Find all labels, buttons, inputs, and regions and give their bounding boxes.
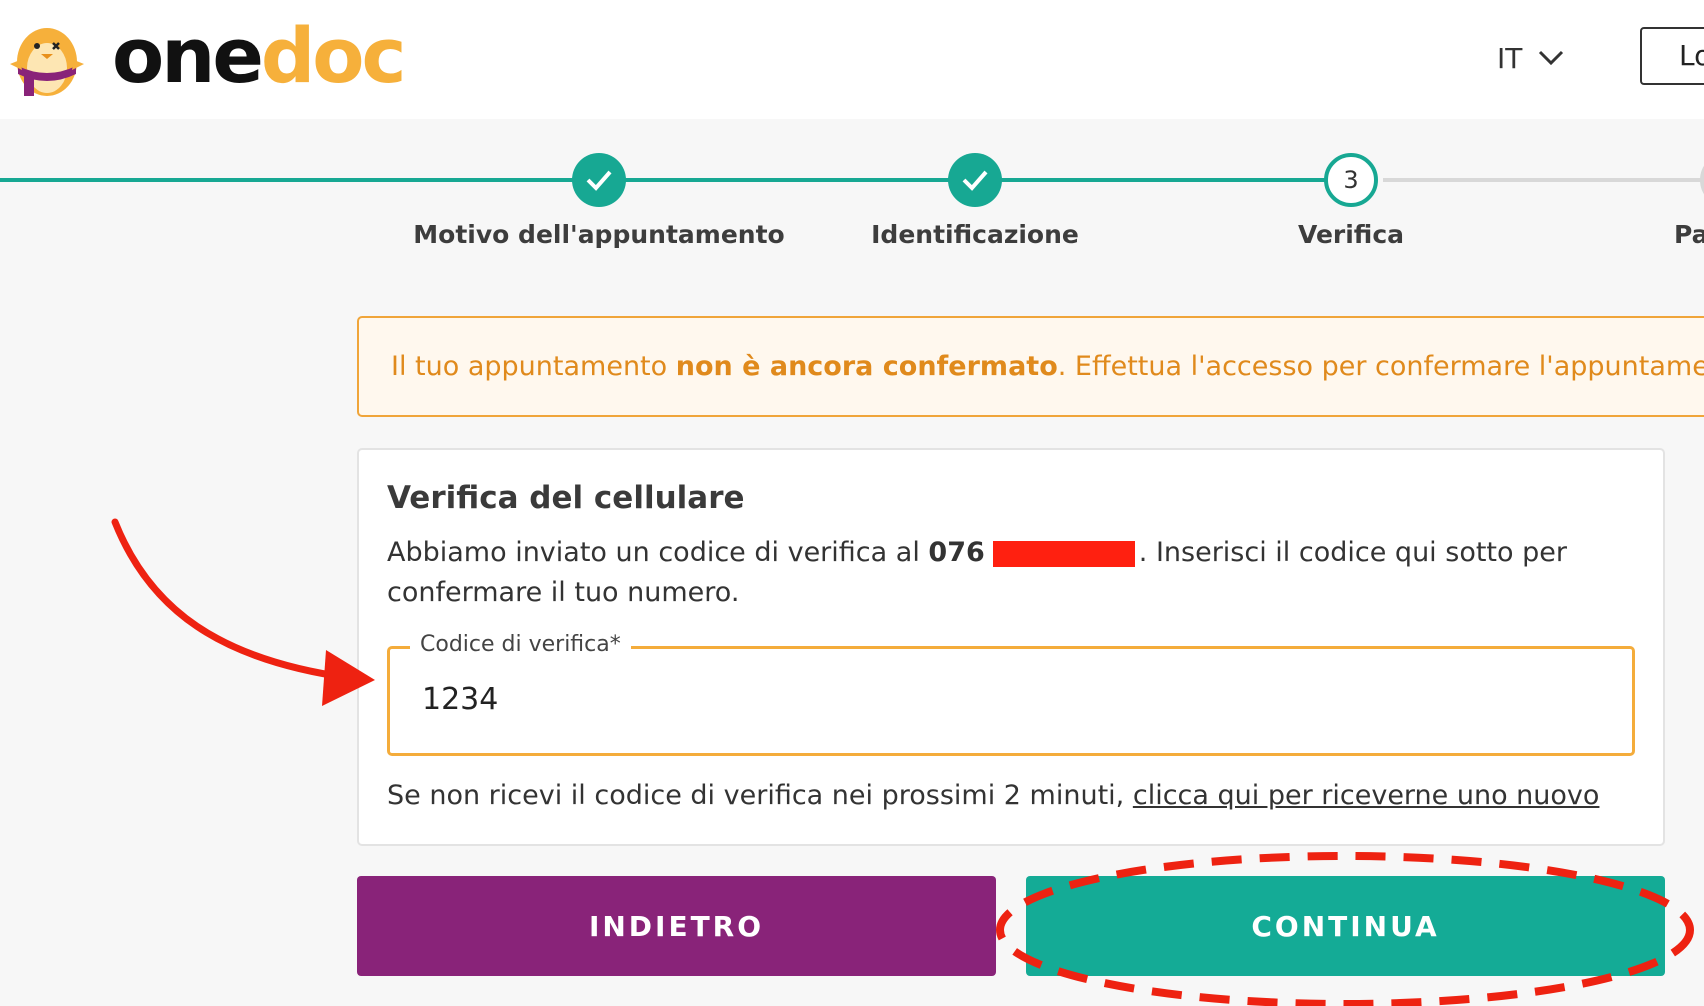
step-label-verifica: Verifica <box>1297 220 1405 249</box>
resend-code-link[interactable]: clicca qui per riceverne uno nuovo <box>1133 780 1600 811</box>
stepper-line-pending <box>1383 178 1704 182</box>
step-1-circle <box>572 153 626 207</box>
step-3-circle: 3 <box>1324 153 1378 207</box>
back-button[interactable]: INDIETRO <box>357 876 996 976</box>
phone-prefix: 076 <box>928 537 985 568</box>
checkmark-icon <box>586 170 612 191</box>
desc-prefix: Abbiamo inviato un codice di verifica al <box>387 537 929 568</box>
banner-prefix: Il tuo appuntamento <box>391 351 676 382</box>
stepper-line-completed <box>0 178 1329 182</box>
resend-hint: Se non ricevi il codice di verifica nei … <box>387 780 1599 811</box>
login-button[interactable]: Lo <box>1640 27 1704 85</box>
verification-code-label: Codice di verifica* <box>410 632 631 657</box>
progress-stepper: 3 Motivo dell'appuntamento Identificazio… <box>0 140 1704 260</box>
unconfirmed-warning-banner: Il tuo appuntamento non è ancora conferm… <box>357 316 1704 417</box>
onedoc-logo[interactable]: onedoc <box>112 6 407 106</box>
step-4-circle <box>1700 153 1704 207</box>
penguin-mascot-icon <box>10 28 84 96</box>
step-2-circle <box>948 153 1002 207</box>
verification-description: Abbiamo inviato un codice di verifica al… <box>387 533 1637 613</box>
logo-text-doc: doc <box>260 11 407 100</box>
annotation-arrow-icon <box>111 518 354 682</box>
phone-verification-card: Verifica del cellulare Abbiamo inviato u… <box>357 448 1665 846</box>
banner-emphasis: non è ancora confermato <box>675 351 1058 382</box>
banner-suffix: . Effettua l'accesso per confermare l'ap… <box>1057 351 1704 382</box>
continue-button[interactable]: CONTINUA <box>1026 876 1665 976</box>
step-label-motivo: Motivo dell'appuntamento <box>413 220 785 249</box>
checkmark-icon <box>962 170 988 191</box>
step-label-identificazione: Identificazione <box>871 220 1079 249</box>
top-header: onedoc IT Lo <box>0 0 1704 119</box>
verification-code-field: Codice di verifica* <box>387 632 1635 756</box>
verification-code-input[interactable] <box>420 673 1574 725</box>
card-title: Verifica del cellulare <box>387 480 745 516</box>
redacted-phone-mask <box>992 540 1135 567</box>
chevron-down-icon <box>1539 50 1564 66</box>
step-label-pagamento: Pa <box>1674 220 1704 249</box>
language-code: IT <box>1497 41 1523 75</box>
logo-text-one: one <box>112 11 264 100</box>
resend-text: Se non ricevi il codice di verifica nei … <box>387 780 1133 811</box>
step-3-number: 3 <box>1343 166 1359 194</box>
language-selector[interactable]: IT <box>1497 38 1564 78</box>
